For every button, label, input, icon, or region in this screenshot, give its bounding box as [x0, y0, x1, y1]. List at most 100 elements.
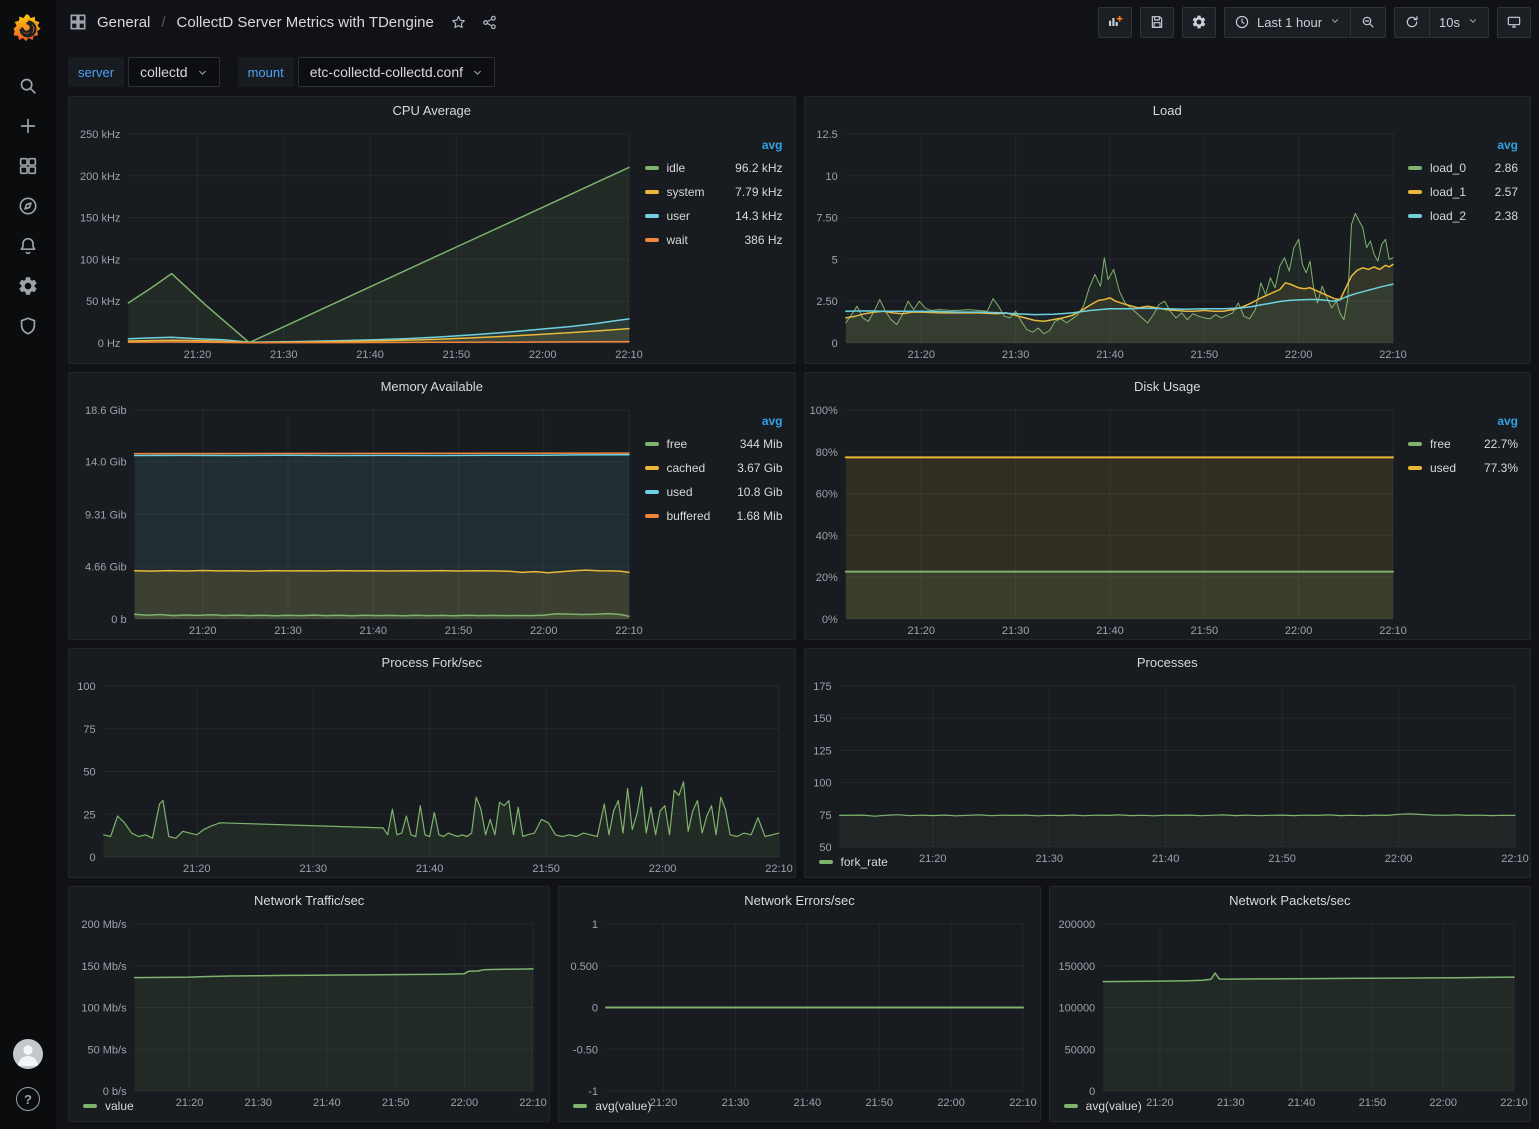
variable-server-dropdown[interactable]: collectd	[128, 57, 219, 87]
star-icon[interactable]	[450, 14, 467, 31]
sidebar-configuration-button[interactable]	[16, 274, 40, 298]
legend-label: wait	[667, 233, 688, 247]
refresh-button[interactable]	[1395, 8, 1429, 37]
panel-network-errors: Network Errors/sec 21:2021:3021:4021:502…	[558, 886, 1040, 1122]
panel-title[interactable]: Network Errors/sec	[559, 887, 1039, 914]
svg-text:100: 100	[813, 778, 831, 790]
sidebar-explore-button[interactable]	[16, 194, 40, 218]
zoom-out-time-button[interactable]	[1350, 8, 1385, 37]
svg-text:9.31 Gib: 9.31 Gib	[85, 509, 127, 521]
panel-title[interactable]: Process Fork/sec	[69, 649, 795, 676]
svg-text:12.5: 12.5	[816, 129, 837, 141]
share-icon[interactable]	[481, 14, 498, 31]
chart-canvas[interactable]: 21:2021:3021:4021:5022:0022:100 b4.66 Gi…	[69, 400, 645, 639]
panel-network-traffic: Network Traffic/sec 21:2021:3021:4021:50…	[68, 886, 550, 1122]
panel-title[interactable]: Network Packets/sec	[1050, 887, 1530, 914]
svg-text:21:20: 21:20	[1146, 1097, 1174, 1109]
svg-text:21:40: 21:40	[794, 1097, 822, 1109]
variable-label: mount	[238, 57, 294, 87]
svg-text:200 kHz: 200 kHz	[80, 171, 120, 183]
panel-title[interactable]: Disk Usage	[805, 373, 1531, 400]
legend-item-system[interactable]: system7.79 kHz	[645, 185, 783, 199]
panel-title[interactable]: Load	[805, 97, 1531, 124]
avatar-person-icon	[13, 1039, 43, 1069]
chart-canvas[interactable]: 21:2021:3021:4021:5022:0022:1002.5057.50…	[805, 124, 1409, 363]
refresh-interval-dropdown[interactable]: 10s	[1429, 8, 1488, 37]
svg-text:-1: -1	[589, 1086, 599, 1098]
chart-canvas[interactable]: 21:2021:3021:4021:5022:0022:100%20%40%60…	[805, 400, 1409, 639]
svg-text:21:30: 21:30	[1217, 1097, 1245, 1109]
legend-item-cached[interactable]: cached3.67 Gib	[645, 461, 783, 475]
dashboard-title[interactable]: CollectD Server Metrics with TDengine	[177, 14, 434, 31]
panel-title[interactable]: CPU Average	[69, 97, 795, 124]
svg-text:50: 50	[819, 842, 831, 854]
cycle-view-mode-button[interactable]	[1497, 7, 1531, 38]
svg-text:0 b: 0 b	[111, 614, 126, 626]
chart-canvas[interactable]: 21:2021:3021:4021:5022:0022:105075100125…	[805, 676, 1531, 853]
legend-avg-header: avg	[645, 414, 783, 428]
svg-text:21:30: 21:30	[1035, 853, 1063, 865]
legend: avg free344 Mib cached3.67 Gib used10.8 Gib…	[645, 400, 795, 639]
refresh-icon	[1404, 14, 1420, 30]
legend-item-load_2[interactable]: load_22.38	[1408, 209, 1518, 223]
svg-text:22:10: 22:10	[1379, 349, 1407, 361]
chart-canvas[interactable]: 21:2021:3021:4021:5022:0022:100255075100	[69, 676, 795, 877]
legend-item-wait[interactable]: wait386 Hz	[645, 233, 783, 247]
sidebar-search-button[interactable]	[16, 74, 40, 98]
svg-text:40%: 40%	[815, 530, 837, 542]
user-avatar[interactable]	[13, 1039, 43, 1069]
svg-text:21:30: 21:30	[274, 625, 302, 637]
chart-canvas[interactable]: 21:2021:3021:4021:5022:0022:100 Hz50 kHz…	[69, 124, 645, 363]
legend-item-buffered[interactable]: buffered1.68 Mib	[645, 509, 783, 523]
svg-text:22:00: 22:00	[1284, 625, 1312, 637]
chart-canvas[interactable]: 21:2021:3021:4021:5022:0022:100500001000…	[1050, 914, 1530, 1097]
grafana-logo[interactable]	[9, 10, 47, 48]
title-actions	[450, 14, 498, 31]
sidebar-dashboards-button[interactable]	[16, 154, 40, 178]
panel-title[interactable]: Processes	[805, 649, 1531, 676]
svg-text:50 kHz: 50 kHz	[86, 296, 120, 308]
add-panel-button[interactable]	[1098, 7, 1132, 38]
sidebar-create-button[interactable]	[16, 114, 40, 138]
chart-canvas[interactable]: 21:2021:3021:4021:5022:0022:10-1-0.5000.…	[559, 914, 1039, 1097]
svg-text:150 kHz: 150 kHz	[80, 213, 120, 225]
breadcrumb-folder[interactable]: General	[97, 14, 150, 31]
legend-item-used[interactable]: used10.8 Gib	[645, 485, 783, 499]
legend-item-load_1[interactable]: load_12.57	[1408, 185, 1518, 199]
panel-title[interactable]: Network Traffic/sec	[69, 887, 549, 914]
chart-canvas[interactable]: 21:2021:3021:4021:5022:0022:100 b/s50 Mb…	[69, 914, 549, 1097]
panel-load: Load 21:2021:3021:4021:5022:0022:1002.50…	[804, 96, 1532, 364]
legend-item-user[interactable]: user14.3 kHz	[645, 209, 783, 223]
legend-item-free[interactable]: free344 Mib	[645, 437, 783, 451]
svg-text:22:00: 22:00	[938, 1097, 966, 1109]
dashboard-settings-button[interactable]	[1182, 7, 1216, 38]
legend-item-free[interactable]: free22.7%	[1408, 437, 1518, 451]
legend-avg-header: avg	[1408, 414, 1518, 428]
legend-value: 344 Mib	[740, 437, 783, 451]
svg-text:50: 50	[83, 767, 95, 779]
sidebar-bottom: ?	[13, 1039, 43, 1111]
time-range-button[interactable]: Last 1 hour	[1225, 8, 1350, 37]
svg-text:22:00: 22:00	[1429, 1097, 1457, 1109]
variable-mount-dropdown[interactable]: etc-collectd-collectd.conf	[298, 57, 495, 87]
save-dashboard-button[interactable]	[1140, 7, 1174, 38]
chart-svg: 21:2021:3021:4021:5022:0022:100 b/s50 Mb…	[69, 914, 549, 1111]
sidebar: ?	[0, 0, 56, 1129]
panel-title[interactable]: Memory Available	[69, 373, 795, 400]
svg-text:0 b/s: 0 b/s	[103, 1086, 127, 1098]
legend-color-swatch	[645, 214, 659, 218]
legend-item-idle[interactable]: idle96.2 kHz	[645, 161, 783, 175]
legend-color-swatch	[645, 190, 659, 194]
sidebar-alerting-button[interactable]	[16, 234, 40, 258]
svg-text:80%: 80%	[815, 447, 837, 459]
svg-text:21:30: 21:30	[1001, 625, 1029, 637]
question-mark-icon: ?	[24, 1092, 32, 1107]
legend-avg-header: avg	[645, 138, 783, 152]
svg-text:21:40: 21:40	[313, 1097, 341, 1109]
chart-svg: 21:2021:3021:4021:5022:0022:100 b4.66 Gi…	[69, 400, 645, 639]
legend-item-used[interactable]: used77.3%	[1408, 461, 1518, 475]
shield-icon	[17, 315, 39, 337]
help-button[interactable]: ?	[16, 1087, 40, 1111]
legend-item-load_0[interactable]: load_02.86	[1408, 161, 1518, 175]
sidebar-server-admin-button[interactable]	[16, 314, 40, 338]
